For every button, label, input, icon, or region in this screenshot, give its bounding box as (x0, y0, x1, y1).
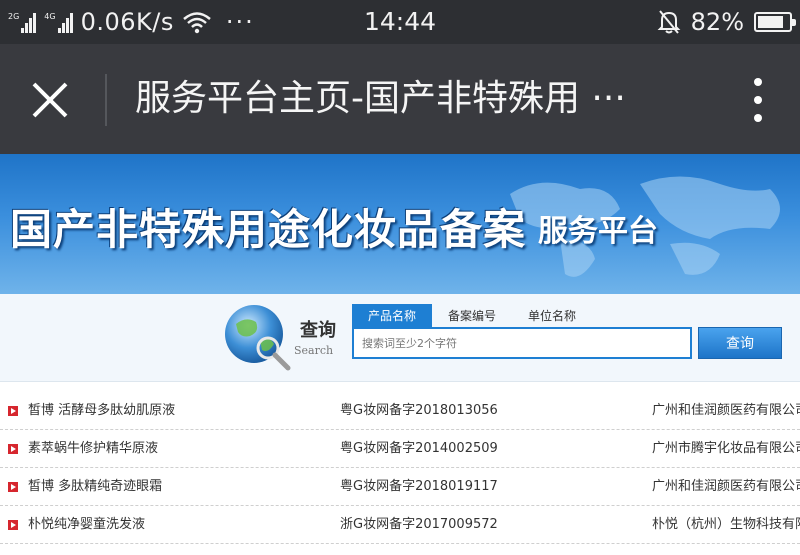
search-heading: 查询 (300, 320, 336, 341)
product-name[interactable]: 素萃蜗牛修护精华原液 (28, 430, 158, 468)
status-bar: 2G 4G 0.06K/s ··· 14:44 82% (0, 0, 800, 44)
search-heading-en: Search (294, 344, 334, 357)
search-button[interactable]: 查询 (698, 327, 782, 359)
company-name: 广州和佳润颜医药有限公司 (652, 403, 800, 418)
banner-title: 国产非特殊用途化妆品备案 (10, 205, 527, 254)
record-code: 粤G妆网备字2018013056 (340, 403, 498, 418)
battery-icon (754, 12, 796, 32)
banner-subtitle: 服务平台 (538, 214, 658, 249)
company-name: 朴悦（杭州）生物科技有限公司 (652, 517, 800, 532)
bullet-icon (8, 482, 18, 492)
battery-percent: 82% (690, 8, 744, 36)
bullet-icon (8, 520, 18, 530)
record-list: 皙博 活酵母多肽幼肌原液 粤G妆网备字2018013056 广州和佳润颜医药有限… (0, 392, 800, 544)
record-code: 粤G妆网备字2018019117 (340, 479, 498, 494)
record-code: 浙G妆网备字2017009572 (340, 517, 498, 532)
battery-fill (758, 16, 783, 28)
product-name[interactable]: 皙博 活酵母多肽幼肌原液 (28, 392, 175, 430)
record-code: 粤G妆网备字2014002509 (340, 441, 498, 456)
list-item[interactable]: 朴悦纯净婴童洗发液 浙G妆网备字2017009572 朴悦（杭州）生物科技有限公… (0, 506, 800, 544)
product-name[interactable]: 皙博 多肽精纯奇迹眼霜 (28, 468, 162, 506)
product-name[interactable]: 朴悦纯净婴童洗发液 (28, 506, 145, 544)
globe-search-icon (225, 305, 291, 371)
tab-product-name[interactable]: 产品名称 (352, 304, 433, 328)
bullet-icon (8, 406, 18, 416)
search-input[interactable] (352, 327, 692, 359)
close-icon[interactable] (24, 74, 76, 126)
more-vertical-icon[interactable] (750, 74, 766, 126)
tab-record-number[interactable]: 备案编号 (432, 304, 512, 328)
list-item[interactable]: 皙博 多肽精纯奇迹眼霜 粤G妆网备字2018019117 广州和佳润颜医药有限公… (0, 468, 800, 506)
tab-company-name[interactable]: 单位名称 (512, 304, 592, 328)
search-panel: 查询 Search 产品名称 备案编号 单位名称 查询 (0, 294, 800, 382)
company-name: 广州和佳润颜医药有限公司 (652, 479, 800, 494)
page-title: 服务平台主页-国产非特殊用 ··· (135, 78, 626, 119)
status-right: 82% (657, 0, 796, 44)
app-bar: 服务平台主页-国产非特殊用 ··· (0, 44, 800, 154)
search-tabs: 产品名称 备案编号 单位名称 (352, 304, 592, 328)
bullet-icon (8, 444, 18, 454)
company-name: 广州市腾宇化妆品有限公司 (652, 441, 800, 456)
bell-muted-icon (657, 10, 681, 34)
site-banner: 国产非特殊用途化妆品备案 服务平台 (0, 154, 800, 294)
list-item[interactable]: 皙博 活酵母多肽幼肌原液 粤G妆网备字2018013056 广州和佳润颜医药有限… (0, 392, 800, 430)
list-item[interactable]: 素萃蜗牛修护精华原液 粤G妆网备字2014002509 广州市腾宇化妆品有限公司 (0, 430, 800, 468)
app-bar-divider (105, 74, 107, 126)
